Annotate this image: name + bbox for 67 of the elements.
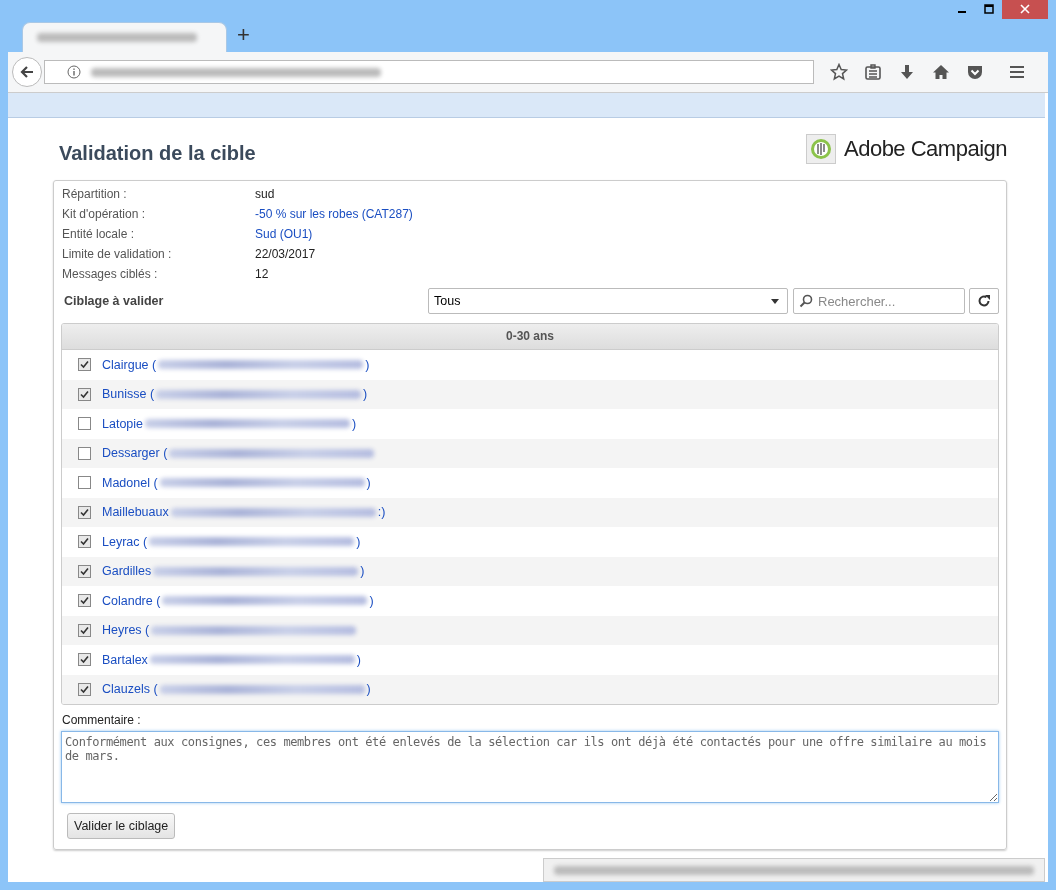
page-title: Validation de la cible bbox=[59, 140, 256, 165]
back-button[interactable] bbox=[12, 57, 42, 87]
recipient-name: ) bbox=[369, 593, 374, 608]
logo-text: Adobe Campaign bbox=[844, 136, 1007, 162]
checkbox[interactable] bbox=[78, 387, 91, 401]
caret-icon bbox=[771, 298, 779, 304]
recipient-name: ) bbox=[363, 387, 368, 402]
field-label: Entité locale : bbox=[62, 227, 136, 241]
field-label: Kit d'opération : bbox=[62, 207, 146, 221]
checkbox[interactable] bbox=[78, 417, 91, 431]
checkbox[interactable] bbox=[78, 564, 91, 578]
recipient-name: ) bbox=[356, 534, 361, 549]
checkbox[interactable] bbox=[78, 653, 91, 667]
recipient-name[interactable]: Bunisse ( bbox=[102, 387, 155, 402]
checkbox[interactable] bbox=[78, 594, 91, 608]
field-value: sud bbox=[255, 187, 276, 201]
recipient-name[interactable]: Dessarger ( bbox=[102, 446, 168, 461]
info-icon bbox=[67, 65, 81, 79]
recipient-name: ) bbox=[352, 416, 357, 431]
menu-icon[interactable] bbox=[1008, 63, 1026, 81]
download-icon[interactable] bbox=[898, 63, 916, 81]
recipient-name[interactable]: Madonel ( bbox=[102, 475, 158, 490]
recipient-name: ) bbox=[360, 564, 365, 579]
back-arrow-icon bbox=[19, 64, 35, 80]
recipient-name[interactable]: Maillebuaux bbox=[102, 505, 169, 520]
recipient-name[interactable]: Latopie bbox=[102, 416, 143, 431]
checkbox[interactable] bbox=[78, 446, 91, 460]
recipient-name[interactable]: Leyrac ( bbox=[102, 534, 148, 549]
field-label: Limite de validation : bbox=[62, 247, 173, 261]
section-label: Ciblage à valider bbox=[63, 294, 165, 308]
home-icon[interactable] bbox=[932, 63, 950, 81]
checkbox[interactable] bbox=[78, 682, 91, 696]
pocket-icon[interactable] bbox=[966, 63, 984, 81]
filter-dropdown[interactable]: Tous bbox=[428, 288, 788, 314]
recipient-name: ) bbox=[356, 652, 362, 667]
new-tab-button[interactable]: + bbox=[227, 22, 260, 52]
field-label: Répartition : bbox=[62, 187, 128, 201]
field-value: 12 bbox=[255, 267, 270, 281]
comment-field[interactable]: Conformément aux consignes, ces membres ont été enlevés de la sélection car ils ont déjà été contactés pour une offre similaire au mois de mars. bbox=[61, 731, 999, 803]
group-header: 0-30 ans bbox=[62, 324, 998, 350]
reading-list-icon[interactable] bbox=[864, 63, 882, 81]
recipient-name: ) bbox=[365, 357, 370, 372]
field-label: Messages ciblés : bbox=[62, 267, 159, 281]
recipient-name[interactable]: Clairgue ( bbox=[102, 357, 157, 372]
search-field[interactable]: Rechercher... bbox=[793, 288, 965, 314]
checkbox[interactable] bbox=[78, 476, 91, 490]
field-link[interactable]: -50 % sur les robes (CAT287) bbox=[255, 207, 999, 221]
recipient-name[interactable]: Heyres ( bbox=[102, 623, 150, 638]
recipient-name: ) bbox=[366, 475, 371, 490]
checkbox[interactable] bbox=[78, 358, 91, 372]
submit-button[interactable]: Valider le ciblage bbox=[67, 813, 176, 839]
recipient-name[interactable]: Colandre ( bbox=[102, 593, 161, 608]
checkbox[interactable] bbox=[78, 505, 91, 519]
refresh-icon bbox=[977, 294, 991, 308]
recipient-name[interactable]: Bartalex bbox=[102, 652, 148, 667]
recipient-name: ) bbox=[366, 682, 371, 697]
comment-label: Commentaire : bbox=[62, 713, 142, 727]
recipient-name[interactable]: Clauzels ( bbox=[102, 682, 158, 697]
refresh-button[interactable] bbox=[969, 288, 999, 314]
star-icon[interactable] bbox=[830, 63, 848, 81]
field-link[interactable]: Sud (OU1) bbox=[255, 227, 999, 241]
field-value: 22/03/2017 bbox=[255, 247, 317, 261]
recipient-name: :) bbox=[377, 505, 386, 520]
checkbox[interactable] bbox=[78, 623, 91, 637]
recipient-name[interactable]: Gardilles bbox=[102, 564, 152, 579]
checkbox[interactable] bbox=[78, 535, 91, 549]
logo-icon bbox=[806, 134, 836, 164]
